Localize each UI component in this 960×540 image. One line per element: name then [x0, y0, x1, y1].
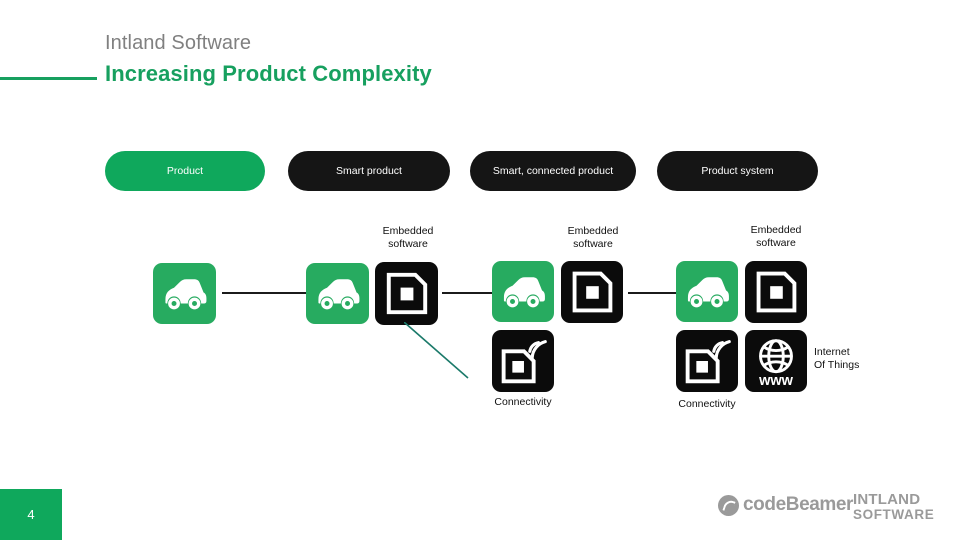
label-embedded-software-3: Embedded software: [750, 224, 802, 249]
stage-pill-label: Smart product: [336, 164, 402, 177]
globe-www-icon: www: [745, 330, 807, 392]
stage-pill-label: Product system: [701, 164, 774, 177]
car-icon: [306, 263, 369, 324]
label-embedded-software-2: Embedded software: [567, 225, 619, 250]
chip-wifi-icon: [676, 330, 738, 392]
label-connectivity-2: Connectivity: [678, 398, 736, 410]
chip-wifi-icon: [492, 330, 554, 392]
stage-pill-smart-connected-product[interactable]: Smart, connected product: [470, 151, 636, 191]
stage-pill-product-system[interactable]: Product system: [657, 151, 818, 191]
chip-icon: [745, 261, 807, 323]
title-accent-rule: [0, 77, 97, 80]
codebeamer-logo: codeBeamer: [718, 494, 853, 516]
stage-pill-product[interactable]: Product: [105, 151, 265, 191]
codebeamer-mark-icon: [718, 494, 739, 516]
label-internet-of-things: Internet Of Things: [814, 346, 860, 371]
codebeamer-wordmark: codeBeamer: [743, 494, 854, 515]
slide-canvas: Intland Software Increasing Product Comp…: [0, 0, 960, 540]
stage-pill-label: Product: [166, 164, 204, 177]
intland-software-logo: INTLAND SOFTWARE: [853, 492, 934, 522]
www-text: www: [758, 373, 794, 389]
intland-logo-line2: SOFTWARE: [853, 507, 935, 522]
page-number: 4: [27, 507, 35, 522]
page-number-badge: 4: [0, 489, 62, 540]
car-icon: [676, 261, 738, 322]
eyebrow-text: Intland Software: [105, 32, 252, 54]
chip-icon: [561, 261, 623, 323]
stage-pill-label: Smart, connected product: [492, 164, 614, 177]
car-icon: [492, 261, 554, 322]
label-connectivity-1: Connectivity: [494, 396, 552, 408]
car-icon: [153, 263, 216, 324]
page-title: Increasing Product Complexity: [105, 61, 432, 86]
stage-pill-smart-product[interactable]: Smart product: [288, 151, 450, 191]
chip-icon: [375, 262, 438, 325]
connector-diagonal-line: [404, 322, 470, 380]
intland-logo-line1: INTLAND: [853, 491, 921, 508]
label-embedded-software-1: Embedded software: [382, 225, 434, 250]
